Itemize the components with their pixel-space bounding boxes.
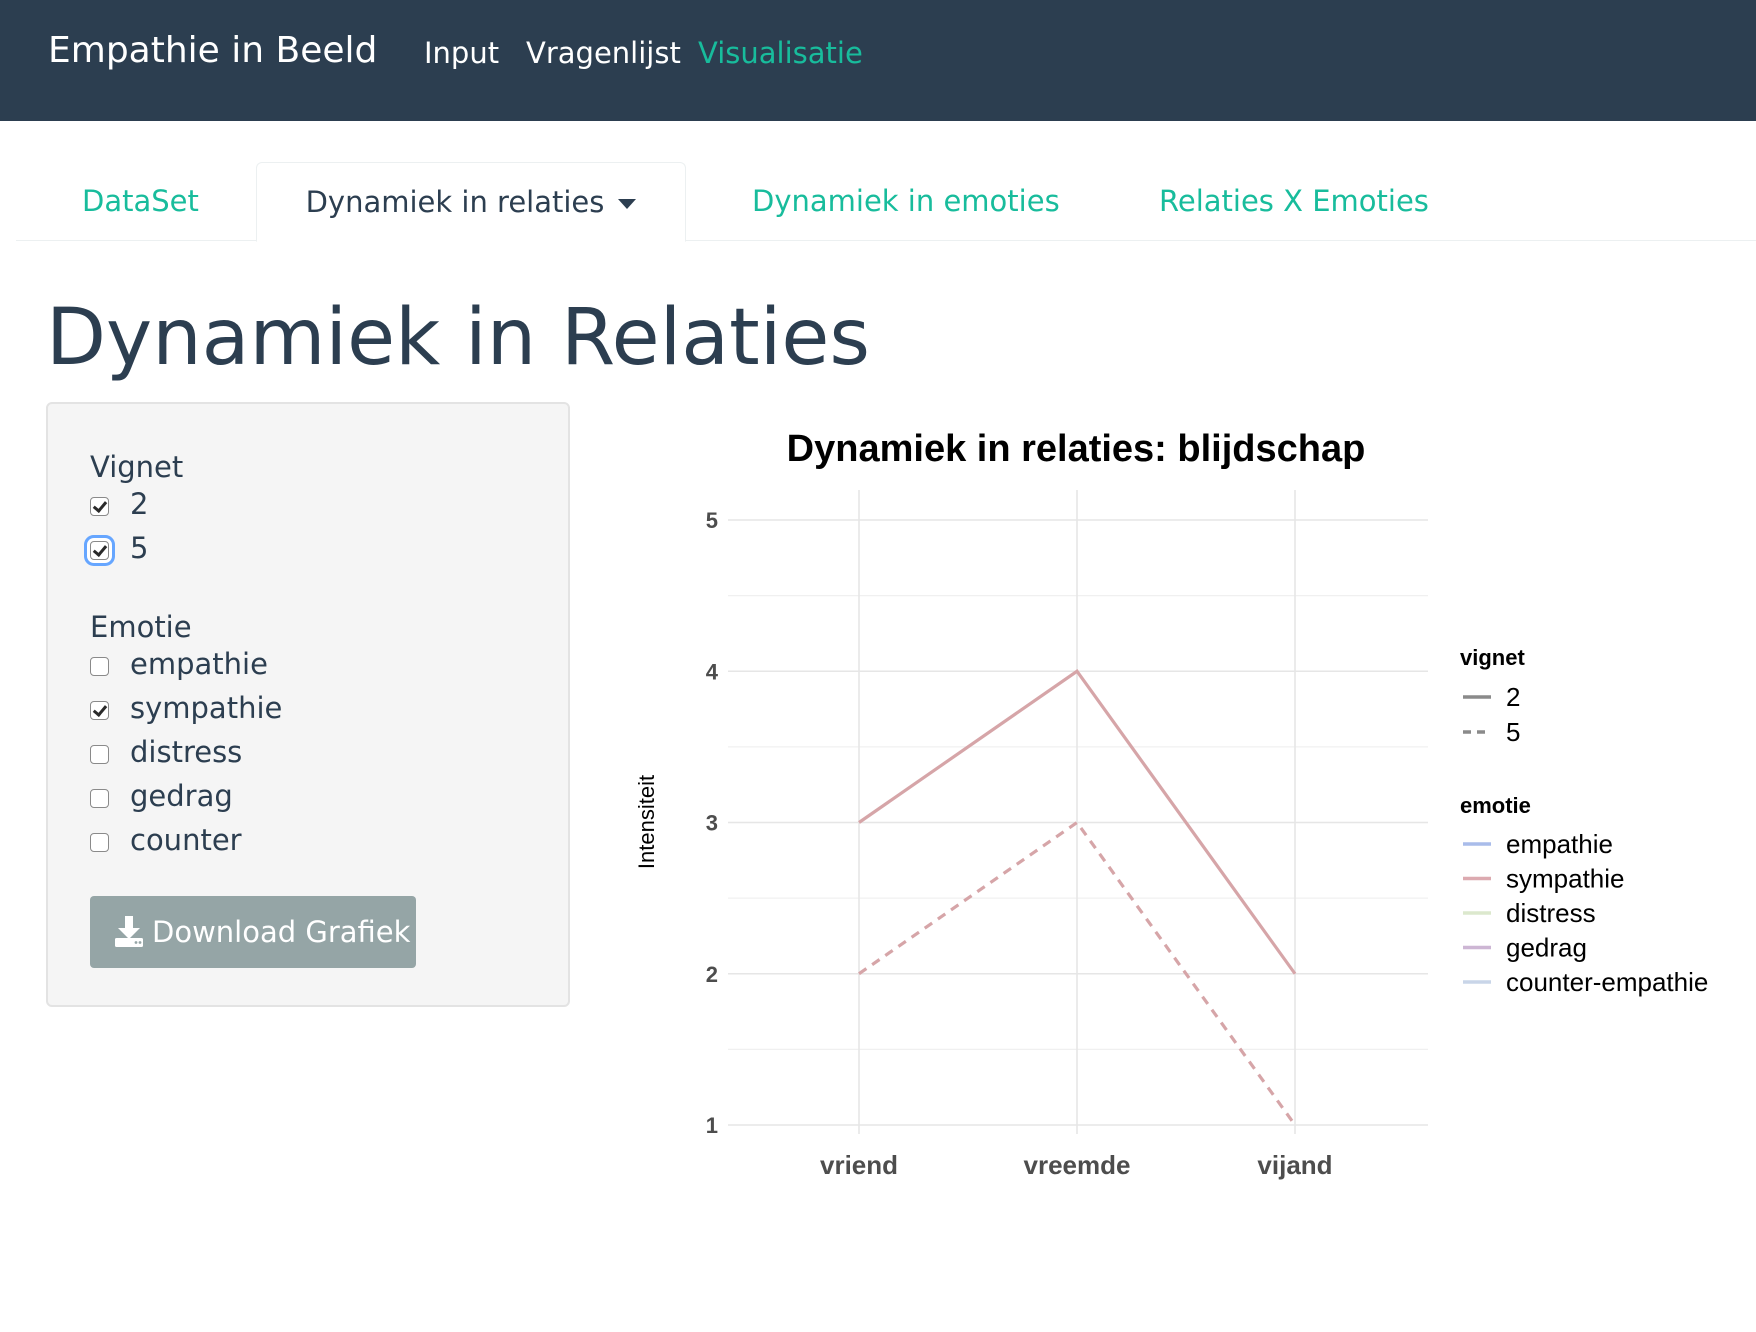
emotie-label: Emotie (90, 610, 192, 644)
tab-dynamiek-in-relaties[interactable]: Dynamiek in relaties (256, 162, 686, 242)
x-tick-label: vreemde (1024, 1150, 1131, 1180)
chart-grid (728, 490, 1428, 1134)
page-title: Dynamiek in Relaties (46, 293, 870, 383)
legend-label-vignet: 5 (1506, 717, 1520, 747)
distress-checkbox[interactable] (90, 745, 109, 764)
y-tick-label: 1 (706, 1113, 718, 1138)
tab-relaties-x-emoties[interactable]: Relaties X Emoties (1159, 162, 1429, 240)
caret-down-icon (618, 199, 637, 209)
chart-legend: vignet 2 5 emotie empathie sympathie distress g… (1460, 645, 1708, 997)
vignet-5-label: 5 (130, 531, 149, 565)
legend-label-emotie: counter-empathie (1506, 967, 1708, 997)
vignet-2-checkbox[interactable] (90, 497, 109, 516)
legend-label-emotie: empathie (1506, 829, 1613, 859)
tab-dynamiek-in-emoties[interactable]: Dynamiek in emoties (752, 162, 1060, 240)
tab-dataset[interactable]: DataSet (82, 162, 199, 240)
empathie-label: empathie (130, 647, 268, 681)
counter-checkbox[interactable] (90, 833, 109, 852)
y-tick-labels: 1 2 3 4 5 (706, 508, 719, 1138)
nav-link-vragenlijst[interactable]: Vragenlijst (526, 36, 681, 70)
download-grafiek-label: Download Grafiek (152, 915, 411, 949)
sympathie-label: sympathie (130, 691, 283, 725)
vignet-label: Vignet (90, 450, 184, 484)
legend-title-vignet: vignet (1460, 645, 1525, 670)
download-grafiek-button[interactable]: Download Grafiek (90, 896, 416, 968)
chart-title: Dynamiek in relaties: blijdschap (787, 428, 1366, 470)
brand-title[interactable]: Empathie in Beeld (48, 30, 377, 71)
y-tick-label: 5 (706, 508, 718, 533)
vignet-2-label: 2 (130, 487, 149, 521)
y-tick-label: 4 (706, 659, 719, 684)
line-chart: Dynamiek in relaties: blijdschap Intensi… (634, 428, 1708, 1180)
sympathie-checkbox[interactable] (90, 701, 109, 720)
legend-label-emotie: distress (1506, 898, 1596, 928)
download-icon (115, 916, 143, 947)
sidebar-panel: Vignet 2 5 Emotie empathie sympathie dis… (46, 402, 570, 1007)
gedrag-label: gedrag (130, 779, 233, 813)
empathie-checkbox[interactable] (90, 657, 109, 676)
distress-label: distress (130, 735, 243, 769)
y-tick-label: 2 (706, 962, 718, 987)
counter-label: counter (130, 823, 242, 857)
tab-dynamiek-in-relaties-label: Dynamiek in relaties (305, 185, 605, 219)
y-axis-label: Intensiteit (634, 775, 659, 869)
nav-link-input[interactable]: Input (424, 36, 499, 70)
gedrag-checkbox[interactable] (90, 789, 109, 808)
legend-label-emotie: gedrag (1506, 933, 1587, 963)
x-tick-label: vijand (1257, 1150, 1332, 1180)
x-tick-label: vriend (820, 1150, 898, 1180)
y-tick-label: 3 (706, 811, 718, 836)
legend-title-emotie: emotie (1460, 793, 1531, 818)
vignet-5-checkbox[interactable] (90, 541, 109, 560)
legend-label-vignet: 2 (1506, 682, 1520, 712)
navbar: Empathie in Beeld Input Vragenlijst Visu… (0, 0, 1756, 121)
legend-label-emotie: sympathie (1506, 864, 1625, 894)
x-tick-labels: vriend vreemde vijand (820, 1150, 1333, 1180)
nav-link-visualisatie[interactable]: Visualisatie (698, 36, 863, 70)
